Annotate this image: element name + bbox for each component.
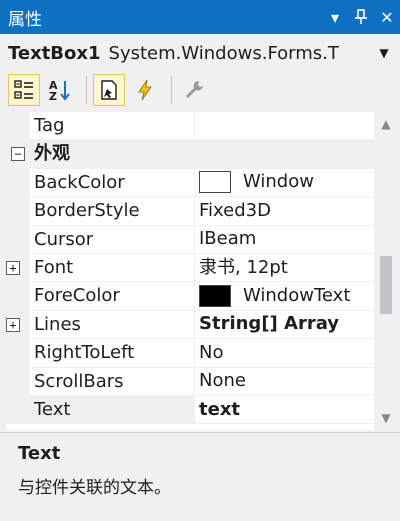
scrollbar-thumb[interactable] bbox=[380, 256, 392, 314]
expand-icon[interactable]: + bbox=[6, 260, 20, 275]
property-value[interactable]: None bbox=[194, 367, 374, 396]
sort-alphabetical-icon: A Z bbox=[49, 79, 70, 102]
close-icon[interactable]: ✕ bbox=[374, 0, 400, 34]
property-value[interactable]: 隶书, 12pt bbox=[194, 253, 374, 283]
property-row-borderstyle[interactable]: BorderStyle Fixed3D bbox=[6, 197, 374, 226]
property-row-forecolor[interactable]: ForeColor WindowText bbox=[6, 282, 374, 311]
toolbar-separator bbox=[171, 76, 172, 104]
property-pages-button[interactable] bbox=[178, 74, 210, 106]
property-value-text: Window bbox=[243, 171, 314, 193]
alphabetical-button[interactable]: A Z bbox=[44, 74, 76, 106]
category-name: 外观 bbox=[30, 140, 70, 169]
pin-icon[interactable] bbox=[348, 0, 374, 34]
properties-button[interactable] bbox=[93, 74, 125, 106]
property-name: RightToLeft bbox=[30, 339, 194, 368]
svg-text:Z: Z bbox=[49, 90, 57, 102]
wrench-icon bbox=[186, 81, 203, 98]
property-grid: Tag − 外观 BackColor Window BorderStyle Fi… bbox=[6, 112, 374, 430]
lightning-bolt-icon bbox=[138, 79, 152, 101]
description-pane: Text 与控件关联的文本。 bbox=[0, 432, 400, 521]
vertical-scrollbar[interactable]: ▲ ▼ bbox=[374, 112, 398, 430]
property-row-lines[interactable]: + Lines String[] Array bbox=[6, 310, 374, 340]
property-row-cursor[interactable]: Cursor IBeam bbox=[6, 225, 374, 254]
properties-page-icon bbox=[101, 80, 117, 100]
scroll-up-arrow-icon[interactable]: ▲ bbox=[374, 112, 398, 136]
object-name: TextBox1 bbox=[8, 42, 101, 64]
property-value[interactable]: Fixed3D bbox=[194, 197, 374, 226]
categorized-button[interactable] bbox=[8, 74, 40, 106]
property-row-scrollbars[interactable]: ScrollBars None bbox=[6, 367, 374, 396]
color-swatch-windowtext bbox=[199, 285, 231, 308]
property-name: Tag bbox=[30, 112, 194, 141]
toolbar-separator bbox=[86, 76, 87, 104]
object-type: System.Windows.Forms.T bbox=[108, 42, 339, 64]
property-value[interactable]: text bbox=[194, 395, 374, 425]
description-text: 与控件关联的文本。 bbox=[18, 478, 171, 498]
property-name: ForeColor bbox=[30, 282, 194, 311]
property-name: Text bbox=[30, 395, 194, 425]
color-swatch-window bbox=[199, 171, 231, 194]
property-value-text: WindowText bbox=[243, 285, 351, 307]
property-name: ScrollBars bbox=[30, 368, 194, 396]
category-row-appearance[interactable]: − 外观 bbox=[6, 140, 374, 169]
chevron-down-icon[interactable]: ▼ bbox=[370, 46, 398, 60]
property-name: Lines bbox=[30, 311, 194, 340]
property-value[interactable]: No bbox=[194, 339, 374, 368]
property-row-tag[interactable]: Tag bbox=[6, 112, 374, 141]
expand-icon[interactable]: + bbox=[6, 317, 20, 332]
property-name: Cursor bbox=[30, 226, 194, 254]
property-value[interactable]: IBeam bbox=[194, 225, 374, 254]
window-title: 属性 bbox=[8, 9, 42, 30]
events-button[interactable] bbox=[129, 74, 161, 106]
property-row-backcolor[interactable]: BackColor Window bbox=[6, 168, 374, 198]
title-bar: 属性 ▾ ✕ bbox=[0, 0, 400, 34]
description-title: Text bbox=[18, 443, 61, 464]
property-name: BorderStyle bbox=[30, 197, 194, 226]
property-row-righttoleft[interactable]: RightToLeft No bbox=[6, 339, 374, 368]
scroll-down-arrow-icon[interactable]: ▼ bbox=[374, 406, 398, 430]
property-value[interactable] bbox=[194, 112, 374, 141]
collapse-icon[interactable]: − bbox=[11, 147, 25, 162]
property-toolbar: A Z bbox=[0, 70, 400, 110]
property-value[interactable]: String[] Array bbox=[194, 310, 374, 340]
property-row-text[interactable]: Text text bbox=[6, 395, 374, 425]
categorized-icon bbox=[14, 80, 33, 99]
property-name: Font bbox=[30, 254, 194, 283]
object-selector[interactable]: TextBox1 System.Windows.Forms.T ▼ bbox=[8, 38, 398, 68]
property-name: BackColor bbox=[30, 169, 194, 198]
property-row-font[interactable]: + Font 隶书, 12pt bbox=[6, 253, 374, 283]
dropdown-menu-icon[interactable]: ▾ bbox=[322, 0, 348, 34]
property-value[interactable]: WindowText bbox=[194, 282, 374, 311]
property-value[interactable]: Window bbox=[194, 168, 374, 198]
